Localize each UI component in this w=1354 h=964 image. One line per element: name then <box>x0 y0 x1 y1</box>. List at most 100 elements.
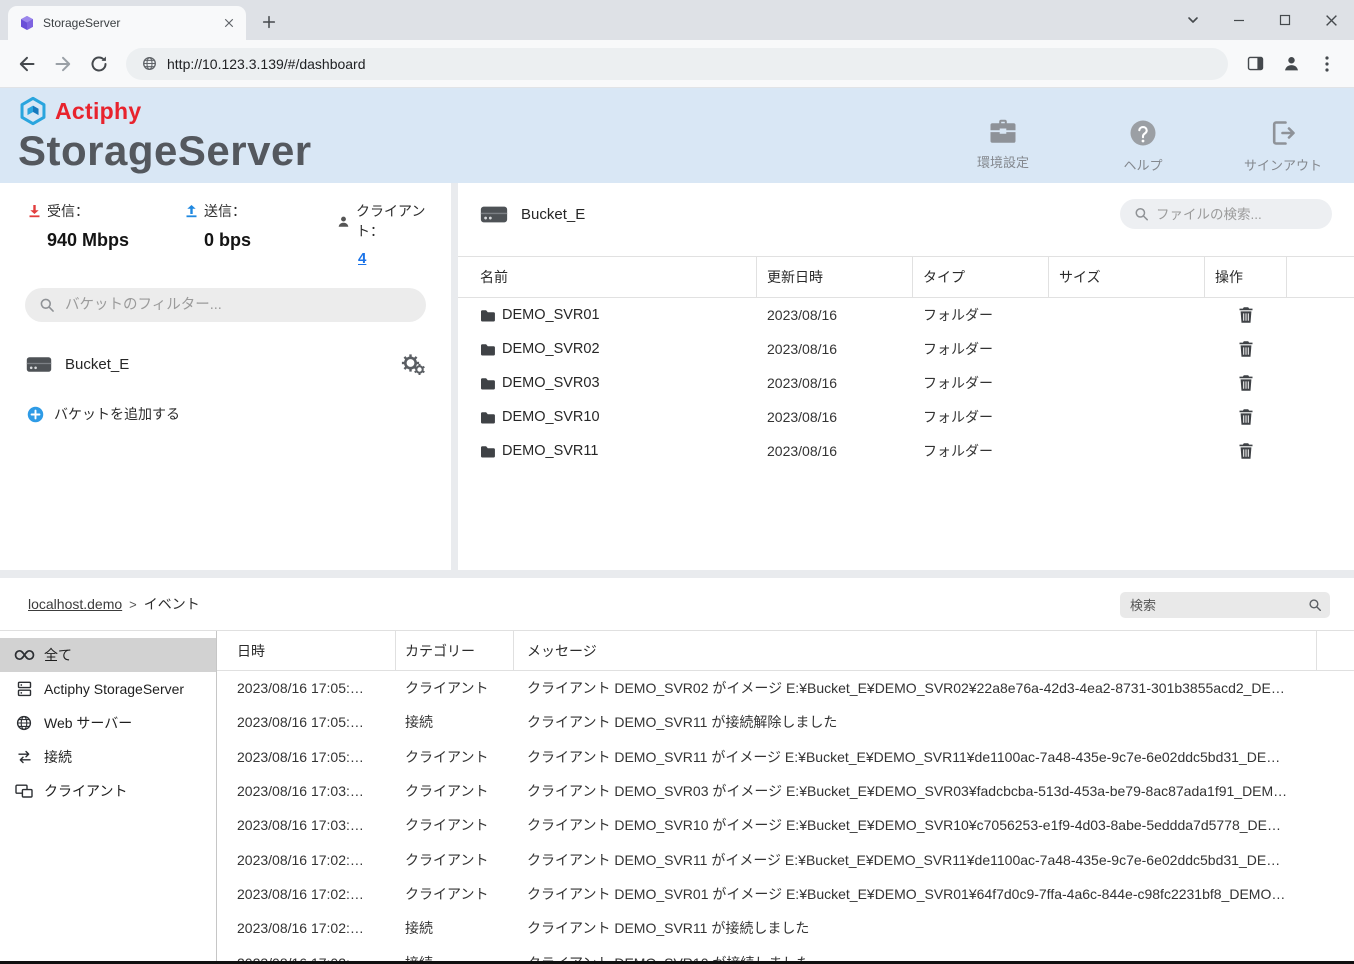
bucket-title: Bucket_E <box>521 206 585 223</box>
window-close-button[interactable] <box>1308 0 1354 40</box>
column-header-actions: 操作 <box>1205 257 1287 297</box>
event-message: クライアント DEMO_SVR02 がイメージ E:¥Bucket_E¥DEMO… <box>514 678 1317 698</box>
event-search-input[interactable] <box>1130 598 1308 613</box>
column-header-datetime: 日時 <box>217 631 396 670</box>
table-row[interactable]: DEMO_SVR01 2023/08/16 フォルダー <box>458 298 1354 332</box>
reload-icon <box>90 55 108 73</box>
nav-item-help[interactable]: ヘルプ <box>1083 118 1203 174</box>
events-table: 日時 カテゴリー メッセージ 2023/08/16 17:05:… クライアント… <box>217 631 1354 964</box>
minimize-icon <box>1233 14 1245 26</box>
nav-item-settings[interactable]: 環境設定 <box>943 118 1063 174</box>
add-bucket-button[interactable]: バケットを追加する <box>0 394 451 434</box>
receive-value: 940 Mbps <box>47 230 185 251</box>
file-name: DEMO_SVR01 <box>502 307 600 323</box>
folder-icon <box>480 377 495 390</box>
help-icon <box>1128 118 1158 148</box>
reload-button[interactable] <box>82 47 116 81</box>
browser-tab[interactable]: StorageServer <box>8 6 246 40</box>
file-browser-header: Bucket_E <box>458 183 1354 245</box>
event-datetime: 2023/08/16 17:02:… <box>217 852 396 868</box>
bucket-settings-button[interactable] <box>401 354 425 375</box>
event-message: クライアント DEMO_SVR01 がイメージ E:¥Bucket_E¥DEMO… <box>514 884 1317 904</box>
close-icon <box>1325 14 1338 27</box>
receive-stat: 受信： 940 Mbps <box>28 201 185 268</box>
table-row[interactable]: DEMO_SVR03 2023/08/16 フォルダー <box>458 366 1354 400</box>
event-message: クライアント DEMO_SVR11 が接続しました <box>514 918 1317 938</box>
event-datetime: 2023/08/16 17:02:… <box>217 920 396 936</box>
delete-file-button[interactable] <box>1238 340 1254 358</box>
side-panel-button[interactable] <box>1238 47 1272 81</box>
profile-button[interactable] <box>1274 47 1308 81</box>
nav-item-label: ヘルプ <box>1123 155 1162 174</box>
clients-label: クライアント： <box>356 201 451 241</box>
profile-icon <box>1282 54 1301 73</box>
tab-favicon-icon <box>19 15 35 31</box>
table-row[interactable]: DEMO_SVR10 2023/08/16 フォルダー <box>458 400 1354 434</box>
drive-icon <box>26 354 52 375</box>
delete-file-button[interactable] <box>1238 442 1254 460</box>
server-icon <box>13 681 35 697</box>
file-table-header: 名前 更新日時 タイプ サイズ 操作 <box>458 256 1354 298</box>
event-message: クライアント DEMO_SVR03 がイメージ E:¥Bucket_E¥DEMO… <box>514 781 1317 801</box>
back-button[interactable] <box>10 47 44 81</box>
file-updated: 2023/08/16 <box>757 443 913 459</box>
sidebar-item-connection[interactable]: 接続 <box>0 740 216 774</box>
plus-icon <box>261 14 277 30</box>
clients-count-link[interactable]: 4 <box>358 250 366 267</box>
events-toolbar: localhost.demo > イベント <box>0 578 1354 630</box>
file-name: DEMO_SVR10 <box>502 409 600 425</box>
side-panel-icon <box>1247 55 1264 72</box>
breadcrumb-host-link[interactable]: localhost.demo <box>28 596 122 612</box>
sidebar-item-label: 全て <box>44 645 72 665</box>
event-search-box[interactable] <box>1120 592 1330 618</box>
event-message: クライアント DEMO_SVR11 がイメージ E:¥Bucket_E¥DEMO… <box>514 747 1317 767</box>
events-sidebar: 全て Actiphy StorageServer Web サーバー <box>0 631 217 964</box>
search-icon[interactable] <box>1308 598 1322 612</box>
breadcrumb-current: イベント <box>144 594 200 614</box>
column-header-category: カテゴリー <box>396 631 514 670</box>
sidebar-item-client[interactable]: クライアント <box>0 774 216 808</box>
upload-icon <box>185 204 198 218</box>
bucket-filter-input[interactable] <box>25 288 426 322</box>
window-menu-button[interactable] <box>1170 0 1216 40</box>
nav-item-signout[interactable]: サインアウト <box>1223 118 1343 174</box>
nav-item-label: 環境設定 <box>977 152 1029 171</box>
table-row[interactable]: DEMO_SVR02 2023/08/16 フォルダー <box>458 332 1354 366</box>
window-maximize-button[interactable] <box>1262 0 1308 40</box>
browser-menu-button[interactable] <box>1310 47 1344 81</box>
column-header-name: 名前 <box>458 257 757 297</box>
folder-icon <box>480 411 495 424</box>
browser-window: StorageServer <box>0 0 1354 964</box>
table-row[interactable]: DEMO_SVR11 2023/08/16 フォルダー <box>458 434 1354 468</box>
tab-close-icon[interactable] <box>220 14 238 32</box>
event-category: クライアント <box>396 781 514 801</box>
delete-file-button[interactable] <box>1238 374 1254 392</box>
browser-tabstrip: StorageServer <box>0 0 1354 40</box>
event-datetime: 2023/08/16 17:05:… <box>217 680 396 696</box>
search-icon <box>1134 207 1149 222</box>
nav-item-label: サインアウト <box>1244 155 1322 174</box>
event-category: クライアント <box>396 678 514 698</box>
delete-file-button[interactable] <box>1238 306 1254 324</box>
client-monitor-icon <box>13 784 35 799</box>
column-header-message: メッセージ <box>514 631 1317 670</box>
sidebar-item-storageserver[interactable]: Actiphy StorageServer <box>0 672 216 706</box>
address-bar[interactable]: http://10.123.3.139/#/dashboard <box>126 48 1228 80</box>
send-label: 送信： <box>204 201 246 221</box>
event-row: 2023/08/16 17:05:… クライアント クライアント DEMO_SV… <box>217 740 1354 774</box>
event-datetime: 2023/08/16 17:02:… <box>217 886 396 902</box>
sidebar-item-webserver[interactable]: Web サーバー <box>0 706 216 740</box>
new-tab-button[interactable] <box>255 8 283 36</box>
delete-file-button[interactable] <box>1238 408 1254 426</box>
send-stat: 送信： 0 bps <box>185 201 337 268</box>
window-minimize-button[interactable] <box>1216 0 1262 40</box>
sidebar-item-label: Web サーバー <box>44 713 132 733</box>
window-controls <box>1170 0 1354 40</box>
bucket-list-item[interactable]: Bucket_E <box>0 342 451 386</box>
event-datetime: 2023/08/16 17:03:… <box>217 817 396 833</box>
sidebar-item-all[interactable]: 全て <box>0 638 216 672</box>
download-icon <box>28 204 41 218</box>
file-search-input[interactable] <box>1120 199 1332 229</box>
forward-button[interactable] <box>46 47 80 81</box>
site-info-globe-icon[interactable] <box>142 56 157 71</box>
